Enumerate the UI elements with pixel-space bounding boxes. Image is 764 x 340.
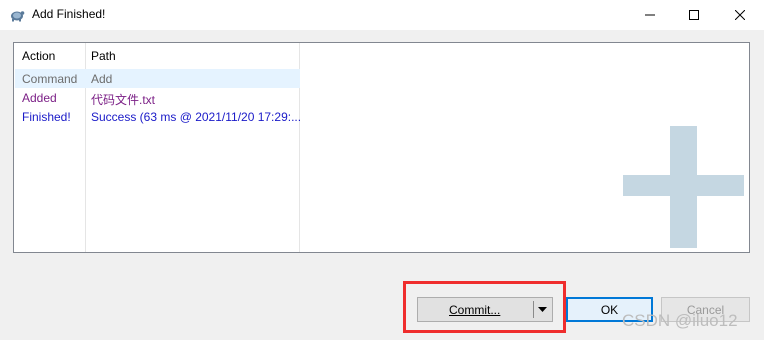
- minimize-icon: [645, 14, 655, 16]
- maximize-icon: [689, 10, 699, 20]
- red-highlight-box: [403, 281, 566, 333]
- row-path: Success (63 ms @ 2021/11/20 17:29:...: [91, 110, 302, 124]
- list-row-added[interactable]: Added 代码文件.txt: [15, 88, 300, 107]
- minimize-button[interactable]: [627, 0, 673, 30]
- window-title: Add Finished!: [32, 7, 106, 21]
- list-row-command[interactable]: Command Add: [15, 69, 300, 88]
- column-header-path[interactable]: Path: [91, 49, 116, 63]
- row-path: 代码文件.txt: [91, 93, 156, 107]
- row-action: Finished!: [22, 110, 71, 124]
- close-button[interactable]: [717, 0, 763, 30]
- watermark: CSDN @iluo12: [622, 311, 738, 330]
- row-action: Command: [22, 72, 78, 86]
- list-header: Action Path: [14, 43, 300, 69]
- list-row-finished[interactable]: Finished! Success (63 ms @ 2021/11/20 17…: [15, 107, 302, 126]
- tortoise-icon: [11, 11, 25, 22]
- add-plus-icon: [623, 126, 744, 248]
- row-path: Add: [91, 72, 113, 86]
- row-action: Added: [22, 91, 57, 105]
- column-header-action[interactable]: Action: [22, 49, 55, 63]
- maximize-button[interactable]: [671, 0, 717, 30]
- results-list[interactable]: Action Path Command Add Added 代码文件.txt F…: [13, 42, 750, 253]
- close-icon: [735, 10, 745, 20]
- title-bar: Add Finished!: [0, 0, 764, 30]
